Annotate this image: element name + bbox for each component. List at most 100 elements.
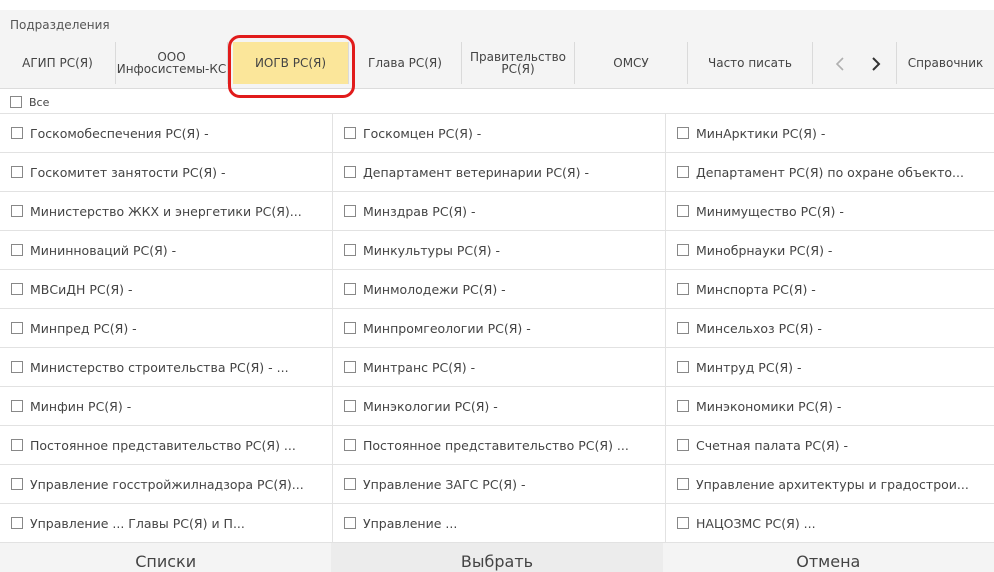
item-checkbox[interactable]: [11, 361, 23, 373]
tab-gov-line2: РС(Я): [501, 62, 535, 76]
select-all-checkbox[interactable]: [10, 96, 22, 108]
item-checkbox[interactable]: [11, 127, 23, 139]
select-all[interactable]: Все: [10, 93, 49, 111]
list-item[interactable]: Минкультуры РС(Я) -: [333, 231, 666, 269]
list-item[interactable]: Управление ЗАГС РС(Я) -: [333, 465, 666, 503]
grid-row: Постоянное представительство РС(Я) ... П…: [0, 426, 994, 465]
list-item[interactable]: Министерство ЖКХ и энергетики РС(Я)...: [0, 192, 333, 230]
item-checkbox[interactable]: [677, 283, 689, 295]
grid-row: Минпред РС(Я) - Минпромгеологии РС(Я) - …: [0, 309, 994, 348]
list-item[interactable]: Управление госстройжилнадзора РС(Я)...: [0, 465, 333, 503]
list-item[interactable]: Минобрнауки РС(Я) -: [666, 231, 994, 269]
grid-row: Госкомобеспечения РС(Я) - Госкомцен РС(Я…: [0, 114, 994, 153]
list-item[interactable]: Минспорта РС(Я) -: [666, 270, 994, 308]
item-checkbox[interactable]: [11, 244, 23, 256]
item-checkbox[interactable]: [344, 478, 356, 490]
tab-spravochnik[interactable]: Справочник: [896, 42, 994, 84]
item-checkbox[interactable]: [677, 400, 689, 412]
grid-row: Министерство строительства РС(Я) - ... М…: [0, 348, 994, 387]
footer-bar: Списки Выбрать Отмена: [0, 543, 994, 572]
tab-bar: АГИП РС(Я) ООО Инфосистемы-КС ИОГВ РС(Я)…: [0, 37, 994, 89]
list-item[interactable]: Управление ... Главы РС(Я) и П...: [0, 504, 333, 542]
panel-title: Подразделения: [10, 18, 110, 32]
lists-button[interactable]: Списки: [0, 543, 332, 572]
item-checkbox[interactable]: [677, 439, 689, 451]
list-item[interactable]: Госкомцен РС(Я) -: [333, 114, 666, 152]
list-item[interactable]: Минфин РС(Я) -: [0, 387, 333, 425]
item-checkbox[interactable]: [677, 517, 689, 529]
list-item[interactable]: Минсельхоз РС(Я) -: [666, 309, 994, 347]
item-checkbox[interactable]: [344, 283, 356, 295]
list-item[interactable]: Минпромгеологии РС(Я) -: [333, 309, 666, 347]
item-checkbox[interactable]: [11, 283, 23, 295]
select-button[interactable]: Выбрать: [331, 543, 663, 572]
item-checkbox[interactable]: [11, 439, 23, 451]
list-item[interactable]: Постоянное представительство РС(Я) ...: [0, 426, 333, 464]
item-checkbox[interactable]: [677, 361, 689, 373]
item-checkbox[interactable]: [677, 127, 689, 139]
list-item[interactable]: Минздрав РС(Я) -: [333, 192, 666, 230]
list-item[interactable]: Минтруд РС(Я) -: [666, 348, 994, 386]
item-checkbox[interactable]: [677, 205, 689, 217]
grid-row: МВСиДН РС(Я) - Минмолодежи РС(Я) - Минсп…: [0, 270, 994, 309]
item-checkbox[interactable]: [344, 205, 356, 217]
item-checkbox[interactable]: [344, 127, 356, 139]
list-item[interactable]: Управление архитектуры и градострои...: [666, 465, 994, 503]
select-all-label: Все: [29, 95, 50, 109]
tab-pravitelstvo[interactable]: Правительство РС(Я): [462, 42, 575, 84]
item-checkbox[interactable]: [344, 517, 356, 529]
list-item[interactable]: Постоянное представительство РС(Я) ...: [333, 426, 666, 464]
tab-iogv[interactable]: ИОГВ РС(Я): [233, 42, 349, 84]
grid-row: Министерство ЖКХ и энергетики РС(Я)... М…: [0, 192, 994, 231]
department-grid: Госкомобеспечения РС(Я) - Госкомцен РС(Я…: [0, 113, 994, 543]
tab-chasto-pisat[interactable]: Часто писать: [688, 42, 813, 84]
chevron-right-icon: [872, 57, 881, 71]
grid-row: Минфин РС(Я) - Минэкологии РС(Я) - Минэк…: [0, 387, 994, 426]
list-item[interactable]: Минпред РС(Я) -: [0, 309, 333, 347]
item-checkbox[interactable]: [11, 205, 23, 217]
list-item[interactable]: Госкомитет занятости РС(Я) -: [0, 153, 333, 191]
tab-omsu[interactable]: ОМСУ: [575, 42, 688, 84]
list-item[interactable]: Управление ...: [333, 504, 666, 542]
list-item[interactable]: НАЦОЗМС РС(Я) ...: [666, 504, 994, 542]
tabs-prev-button[interactable]: [826, 50, 854, 78]
tabs-next-button[interactable]: [862, 50, 890, 78]
list-item[interactable]: Минтранс РС(Я) -: [333, 348, 666, 386]
item-checkbox[interactable]: [344, 361, 356, 373]
tab-glava[interactable]: Глава РС(Я): [349, 42, 462, 84]
list-item[interactable]: Министерство строительства РС(Я) - ...: [0, 348, 333, 386]
grid-row: Управление ... Главы РС(Я) и П... Управл…: [0, 504, 994, 543]
list-item[interactable]: Минмолодежи РС(Я) -: [333, 270, 666, 308]
item-checkbox[interactable]: [677, 478, 689, 490]
list-item[interactable]: МинАрктики РС(Я) -: [666, 114, 994, 152]
list-item[interactable]: МВСиДН РС(Я) -: [0, 270, 333, 308]
item-checkbox[interactable]: [677, 322, 689, 334]
item-checkbox[interactable]: [344, 322, 356, 334]
item-checkbox[interactable]: [11, 517, 23, 529]
item-checkbox[interactable]: [344, 166, 356, 178]
item-checkbox[interactable]: [677, 244, 689, 256]
list-item[interactable]: Департамент РС(Я) по охране объекто...: [666, 153, 994, 191]
grid-row: Госкомитет занятости РС(Я) - Департамент…: [0, 153, 994, 192]
item-checkbox[interactable]: [11, 322, 23, 334]
grid-row: Мининноваций РС(Я) - Минкультуры РС(Я) -…: [0, 231, 994, 270]
item-checkbox[interactable]: [11, 166, 23, 178]
list-item[interactable]: Департамент ветеринарии РС(Я) -: [333, 153, 666, 191]
tab-ooo-infosystems[interactable]: ООО Инфосистемы-КС: [116, 42, 228, 84]
item-checkbox[interactable]: [11, 400, 23, 412]
cancel-button[interactable]: Отмена: [662, 543, 994, 572]
tab-agip[interactable]: АГИП РС(Я): [0, 42, 116, 84]
grid-row: Управление госстройжилнадзора РС(Я)... У…: [0, 465, 994, 504]
list-item[interactable]: Минэкологии РС(Я) -: [333, 387, 666, 425]
list-item[interactable]: Минимущество РС(Я) -: [666, 192, 994, 230]
item-checkbox[interactable]: [344, 439, 356, 451]
list-item[interactable]: Мининноваций РС(Я) -: [0, 231, 333, 269]
list-item[interactable]: Минэкономики РС(Я) -: [666, 387, 994, 425]
chevron-left-icon: [835, 57, 844, 71]
list-item[interactable]: Госкомобеспечения РС(Я) -: [0, 114, 333, 152]
item-checkbox[interactable]: [11, 478, 23, 490]
item-checkbox[interactable]: [677, 166, 689, 178]
item-checkbox[interactable]: [344, 244, 356, 256]
list-item[interactable]: Счетная палата РС(Я) -: [666, 426, 994, 464]
item-checkbox[interactable]: [344, 400, 356, 412]
